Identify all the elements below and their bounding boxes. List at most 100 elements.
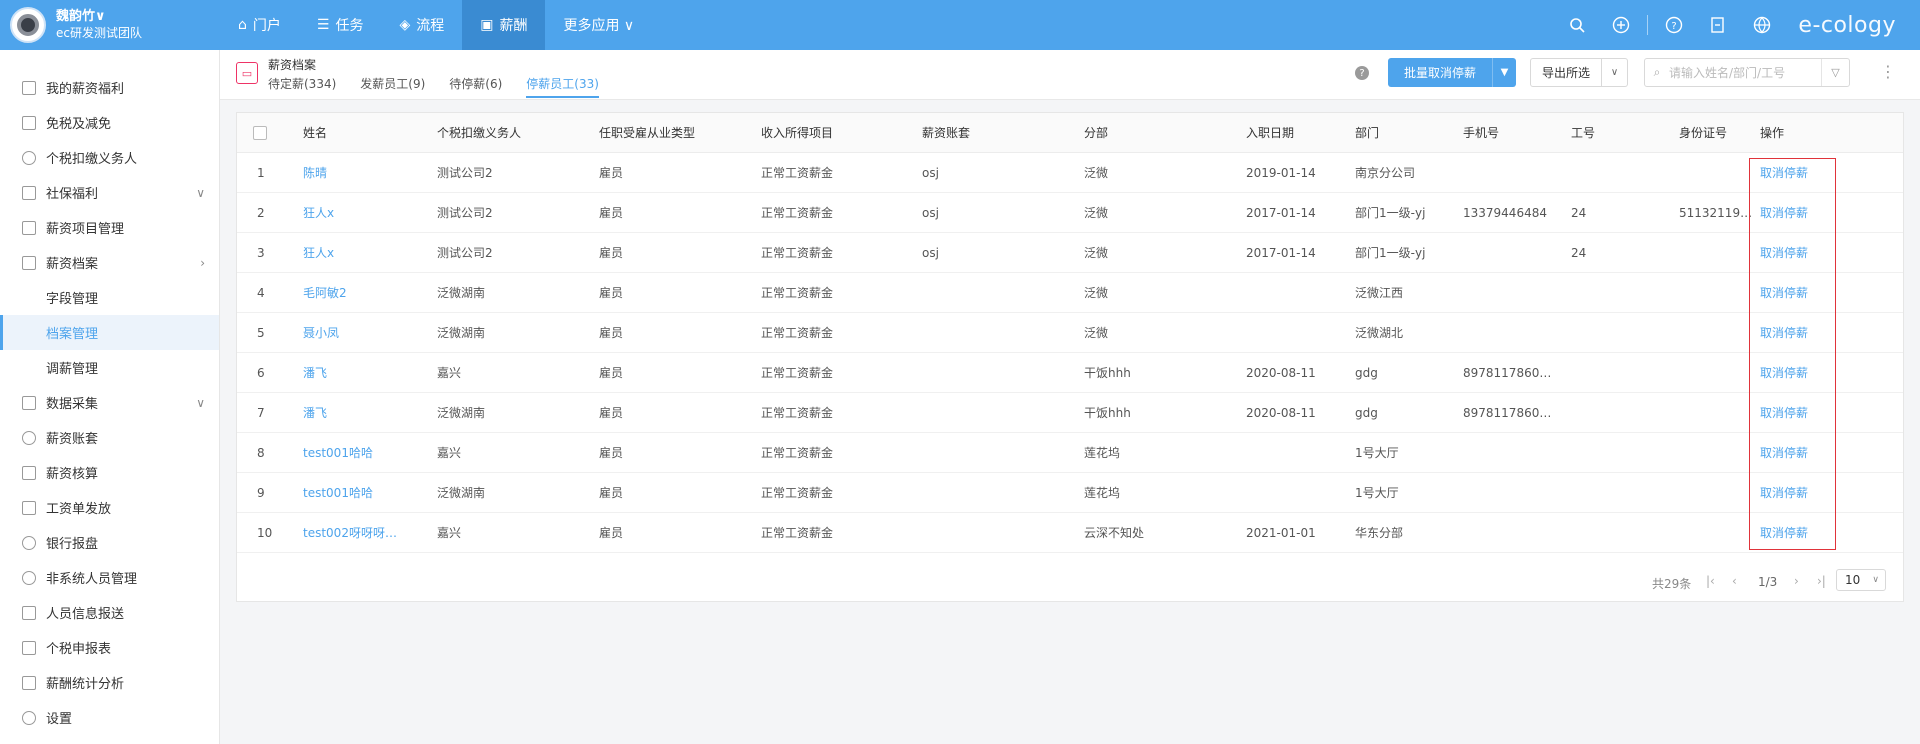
sidebar-item-settings[interactable]: 设置 — [0, 700, 219, 735]
tab-stopped-employees[interactable]: 停薪员工(33) — [526, 75, 599, 98]
name-link[interactable]: test002呀呀呀… — [303, 513, 433, 553]
cancel-stop-link[interactable]: 取消停薪 — [1760, 193, 1830, 233]
cancel-stop-link[interactable]: 取消停薪 — [1760, 353, 1830, 393]
sidebar-item-my-salary[interactable]: 我的薪资福利 — [0, 70, 219, 105]
sidebar-item-field-management[interactable]: 字段管理 — [0, 280, 219, 315]
chevron-down-icon[interactable]: ∨ — [1602, 58, 1628, 87]
name-link[interactable]: 狂人x — [303, 193, 433, 233]
branch: 泛微 — [1084, 326, 1109, 340]
sidebar-item-salary-set[interactable]: 薪资账套 — [0, 420, 219, 455]
phone — [1463, 153, 1567, 193]
search-icon[interactable] — [1567, 15, 1587, 35]
tab-paid-employees[interactable]: 发薪员工(9) — [360, 75, 425, 98]
name-link[interactable]: 潘飞 — [303, 353, 433, 393]
sidebar-item-data-collection[interactable]: 数据采集 ∨ — [0, 385, 219, 420]
page-title: 薪资档案 — [268, 58, 317, 72]
batch-cancel-stop-button[interactable]: 批量取消停薪 — [1388, 58, 1492, 87]
help-icon[interactable]: ? — [1355, 66, 1369, 80]
globe-icon[interactable] — [1752, 15, 1772, 35]
sidebar-item-personnel-report[interactable]: 人员信息报送 — [0, 595, 219, 630]
at-icon — [22, 535, 36, 550]
sidebar-item-salary-items[interactable]: 薪资项目管理 — [0, 210, 219, 245]
department: 部门1一级-yj — [1355, 206, 1426, 220]
cancel-stop-link[interactable]: 取消停薪 — [1760, 513, 1830, 553]
chevron-down-icon[interactable]: ▼ — [1492, 58, 1516, 87]
branch: 泛微 — [1084, 286, 1109, 300]
sidebar-item-tax-declaration[interactable]: 个税申报表 — [0, 630, 219, 665]
col-withholding-agent[interactable]: 个税扣缴义务人 — [437, 113, 521, 153]
first-page-icon[interactable]: |‹ — [1706, 574, 1715, 588]
phone — [1463, 513, 1567, 553]
select-all-checkbox[interactable] — [253, 126, 267, 140]
grid-icon — [22, 220, 36, 235]
nav-portal[interactable]: ⌂ 门户 — [220, 0, 299, 50]
col-branch[interactable]: 分部 — [1084, 113, 1108, 153]
sidebar-item-salary-adjustment[interactable]: 调薪管理 — [0, 350, 219, 385]
employment-type: 雇员 — [599, 526, 624, 540]
tab-pending-stop[interactable]: 待停薪(6) — [449, 75, 502, 98]
sidebar-item-bank-report[interactable]: 银行报盘 — [0, 525, 219, 560]
table-header: 姓名 个税扣缴义务人 任职受雇从业类型 收入所得项目 薪资账套 分部 入职日期 … — [237, 113, 1903, 153]
export-selected-button[interactable]: 导出所选 — [1530, 58, 1602, 87]
sidebar-item-social-welfare[interactable]: 社保福利 ∨ — [0, 175, 219, 210]
cancel-stop-link[interactable]: 取消停薪 — [1760, 233, 1830, 273]
page-size-select[interactable]: 10 ∨ — [1836, 569, 1886, 591]
sidebar-item-payslip-distribution[interactable]: 工资单发放 — [0, 490, 219, 525]
sidebar-item-label: 非系统人员管理 — [46, 572, 138, 587]
cancel-stop-link[interactable]: 取消停薪 — [1760, 153, 1830, 193]
nav-label: 任务 — [335, 18, 364, 34]
cancel-stop-link[interactable]: 取消停薪 — [1760, 473, 1830, 513]
sidebar-item-withholding-agent[interactable]: 个税扣缴义务人 — [0, 140, 219, 175]
col-income-item[interactable]: 收入所得项目 — [761, 113, 833, 153]
sidebar-item-salary-calculation[interactable]: 薪资核算 — [0, 455, 219, 490]
user-menu[interactable]: 魏韵竹∨ ec研发测试团队 — [0, 0, 220, 50]
add-icon[interactable] — [1611, 15, 1631, 35]
withholding-agent: 嘉兴 — [437, 366, 462, 380]
name-link[interactable]: test001哈哈 — [303, 473, 433, 513]
help-icon[interactable]: ? — [1664, 15, 1684, 35]
nav-task[interactable]: ☰ 任务 — [299, 0, 382, 50]
sidebar-item-non-system-staff[interactable]: 非系统人员管理 — [0, 560, 219, 595]
income-item: 正常工资薪金 — [761, 206, 834, 220]
sidebar-item-salary-archive[interactable]: 薪资档案 › — [0, 245, 219, 280]
cancel-stop-link[interactable]: 取消停薪 — [1760, 313, 1830, 353]
branch: 泛微 — [1084, 246, 1109, 260]
department: 华东分部 — [1355, 526, 1404, 540]
tab-pending-salary[interactable]: 待定薪(334) — [268, 75, 336, 98]
col-name[interactable]: 姓名 — [303, 113, 327, 153]
nav-workflow[interactable]: ◈ 流程 — [381, 0, 462, 50]
table-row: 4 毛阿敏2 泛微湖南 雇员 正常工资薪金 泛微 泛微江西 取消停薪 — [237, 273, 1903, 313]
more-options-icon[interactable]: ⋮ — [1880, 62, 1896, 82]
col-employment-type[interactable]: 任职受雇从业类型 — [599, 113, 695, 153]
col-phone[interactable]: 手机号 — [1463, 113, 1499, 153]
sidebar-item-tax-exempt[interactable]: 免税及减免 — [0, 105, 219, 140]
prev-page-icon[interactable]: ‹ — [1732, 574, 1737, 588]
name-link[interactable]: 聂小凤 — [303, 313, 433, 353]
col-employee-id[interactable]: 工号 — [1571, 113, 1595, 153]
table-row: 2 狂人x 测试公司2 雇员 正常工资薪金 osj 泛微 2017-01-14 部门1一级-yj… — [237, 193, 1903, 233]
name-link[interactable]: 狂人x — [303, 233, 433, 273]
col-salary-set[interactable]: 薪资账套 — [922, 113, 970, 153]
name-link[interactable]: 陈晴 — [303, 153, 433, 193]
last-page-icon[interactable]: ›| — [1817, 574, 1826, 588]
sidebar-item-statistics[interactable]: 薪酬统计分析 — [0, 665, 219, 700]
sidebar-item-archive-management[interactable]: 档案管理 — [0, 315, 219, 350]
name-link[interactable]: test001哈哈 — [303, 433, 433, 473]
name-link[interactable]: 潘飞 — [303, 393, 433, 433]
col-department[interactable]: 部门 — [1355, 113, 1379, 153]
col-hire-date[interactable]: 入职日期 — [1246, 113, 1294, 153]
id-number — [1679, 433, 1755, 473]
hire-date: 2017-01-14 — [1246, 246, 1316, 260]
next-page-icon[interactable]: › — [1794, 574, 1799, 588]
filter-icon[interactable]: ▽ — [1821, 59, 1849, 86]
nav-more-apps[interactable]: 更多应用 ∨ — [545, 0, 652, 50]
cancel-stop-link[interactable]: 取消停薪 — [1760, 273, 1830, 313]
cancel-stop-link[interactable]: 取消停薪 — [1760, 433, 1830, 473]
cancel-stop-link[interactable]: 取消停薪 — [1760, 393, 1830, 433]
document-add-icon[interactable] — [1708, 15, 1728, 35]
salary-set — [922, 393, 1080, 433]
search-input[interactable] — [1669, 59, 1819, 86]
name-link[interactable]: 毛阿敏2 — [303, 273, 433, 313]
nav-salary[interactable]: ▣ 薪酬 — [462, 0, 546, 50]
col-id-number[interactable]: 身份证号 — [1679, 113, 1727, 153]
